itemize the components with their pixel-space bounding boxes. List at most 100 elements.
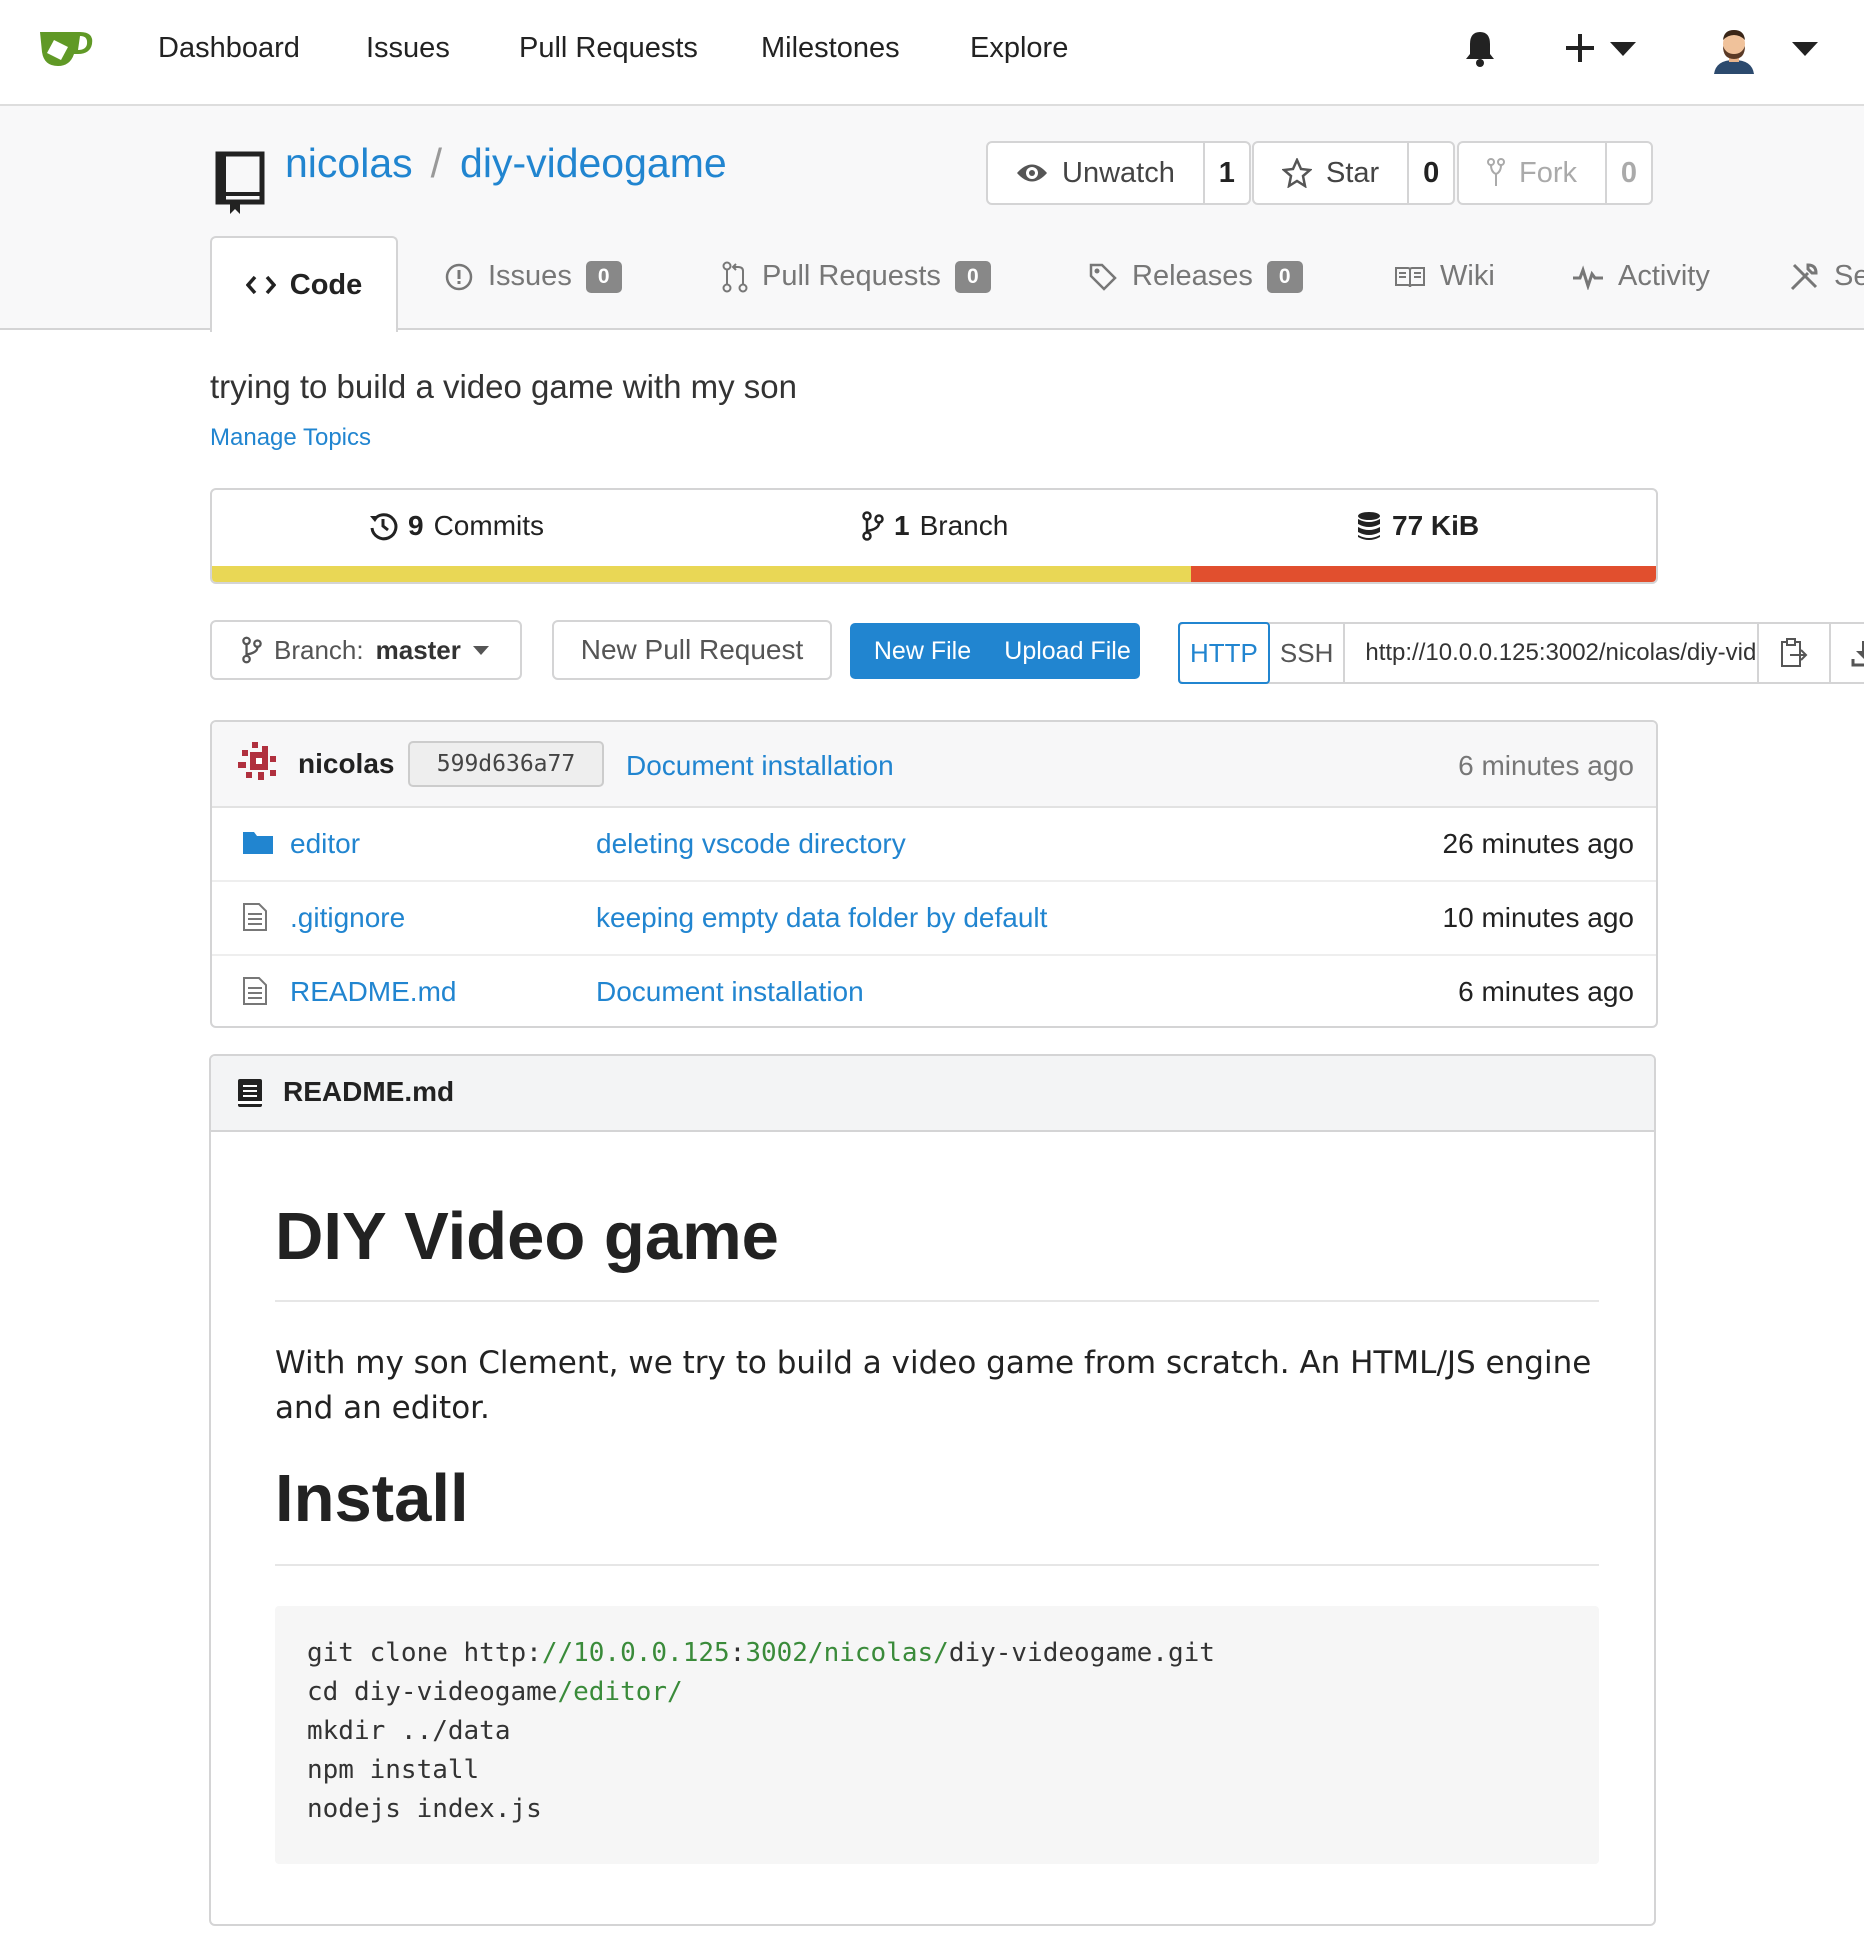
top-navbar: Dashboard Issues Pull Requests Milestone… (0, 0, 1864, 106)
fork-icon (1487, 158, 1505, 188)
star-button-group: Star 0 (1252, 141, 1456, 205)
latest-commit-row: nicolas 599d636a77 Document installation… (212, 722, 1656, 808)
database-icon (1356, 511, 1382, 541)
http-button[interactable]: HTTP (1178, 622, 1270, 684)
repo-icon (214, 150, 266, 216)
tab-releases[interactable]: Releases 0 (1088, 260, 1303, 293)
branches-stat[interactable]: 1 Branch (862, 510, 1008, 542)
commit-message-link[interactable]: Document installation (626, 750, 894, 782)
download-button[interactable] (1831, 624, 1864, 682)
plus-icon[interactable] (1566, 34, 1594, 62)
copy-url-button[interactable] (1759, 624, 1832, 682)
tab-code[interactable]: Code (210, 236, 398, 332)
file-time: 6 minutes ago (1458, 976, 1634, 1007)
new-pull-request-button[interactable]: New Pull Request (552, 620, 832, 680)
commit-sha-button[interactable]: 599d636a77 (408, 741, 604, 787)
branch-dropdown[interactable]: Branch: master (210, 620, 522, 680)
tab-wiki-label: Wiki (1440, 260, 1495, 292)
readme-heading: DIY Video game (275, 1199, 779, 1274)
commits-label: Commits (433, 510, 545, 541)
file-row: README.md Document installation 6 minute… (212, 956, 1656, 1026)
upload-file-button[interactable]: Upload File (995, 623, 1140, 679)
unwatch-label: Unwatch (1062, 156, 1175, 189)
code-line: git clone http://10.0.0.125:3002/nicolas… (307, 1638, 1215, 1668)
file-name-link[interactable]: editor (290, 828, 360, 860)
fork-button-group: Fork 0 (1457, 141, 1653, 205)
readme-install-heading: Install (275, 1461, 469, 1536)
branch-icon (862, 511, 884, 541)
file-time: 26 minutes ago (1442, 828, 1634, 859)
history-icon (368, 511, 398, 541)
readme-filename: README.md (283, 1076, 455, 1107)
branches-label: Branch (919, 510, 1009, 541)
file-row: .gitignore keeping empty data folder by … (212, 882, 1656, 956)
user-avatar[interactable] (1712, 24, 1756, 74)
repo-name-link[interactable]: diy-videogame (460, 140, 727, 186)
star-button[interactable]: Star (1254, 143, 1410, 203)
commits-stat[interactable]: 9 Commits (368, 510, 544, 542)
repo-owner-link[interactable]: nicolas (285, 140, 413, 186)
watch-button-group: Unwatch 1 (986, 141, 1251, 205)
file-text-icon (242, 902, 268, 932)
heading-rule (275, 1564, 1599, 1566)
fork-button[interactable]: Fork (1459, 143, 1607, 203)
tab-wiki[interactable]: Wiki (1394, 260, 1495, 293)
clone-url-input[interactable]: http://10.0.0.125:3002/nicolas/diy-video… (1343, 624, 1760, 682)
bell-icon[interactable] (1462, 28, 1498, 68)
file-name-link[interactable]: .gitignore (290, 902, 405, 934)
book-icon (1394, 265, 1426, 289)
tab-code-label: Code (289, 268, 363, 301)
file-commit-link[interactable]: keeping empty data folder by default (596, 902, 1047, 934)
gitea-logo-icon[interactable] (34, 26, 96, 70)
pull-request-icon (722, 261, 748, 293)
avatar-chevron-down-icon[interactable] (1792, 42, 1818, 56)
new-file-button[interactable]: New File (850, 623, 995, 679)
nav-milestones[interactable]: Milestones (761, 32, 900, 65)
nav-dashboard[interactable]: Dashboard (158, 32, 300, 65)
author-avatar[interactable] (236, 740, 282, 786)
tab-releases-label: Releases (1132, 260, 1253, 292)
heading-rule (275, 1300, 1599, 1302)
tab-settings[interactable]: Se (1788, 260, 1864, 293)
pulls-count-badge: 0 (954, 260, 991, 293)
file-commit-link[interactable]: deleting vscode directory (596, 828, 906, 860)
code-line: cd diy-videogame/editor/ (307, 1677, 683, 1707)
commit-author[interactable]: nicolas (298, 748, 394, 780)
tab-issues-label: Issues (488, 260, 572, 292)
language-segment (1191, 566, 1656, 582)
issue-icon (444, 262, 474, 292)
code-icon (245, 275, 276, 295)
tab-activity[interactable]: Activity (1572, 260, 1710, 293)
fork-count[interactable]: 0 (1607, 143, 1651, 203)
nav-explore[interactable]: Explore (970, 32, 1068, 65)
pulse-icon (1572, 264, 1604, 290)
tag-icon (1088, 262, 1118, 292)
repo-title-separator: / (430, 140, 443, 186)
code-line: npm install (307, 1755, 480, 1785)
tab-settings-label: Se (1834, 260, 1864, 292)
tab-pull-requests[interactable]: Pull Requests 0 (722, 260, 991, 293)
file-row: editor deleting vscode directory 26 minu… (212, 808, 1656, 882)
ssh-button[interactable]: SSH (1270, 624, 1343, 682)
unwatch-button[interactable]: Unwatch (988, 143, 1205, 203)
file-name-link[interactable]: README.md (290, 976, 456, 1008)
manage-topics-link[interactable]: Manage Topics (210, 424, 371, 452)
file-commit-link[interactable]: Document installation (596, 976, 864, 1008)
watch-count[interactable]: 1 (1205, 143, 1249, 203)
nav-issues[interactable]: Issues (366, 32, 450, 65)
readme-paragraph: With my son Clement, we try to build a v… (275, 1345, 1592, 1426)
readme-header: README.md (211, 1056, 1654, 1132)
chevron-down-icon[interactable] (1610, 42, 1636, 56)
tab-issues[interactable]: Issues 0 (444, 260, 622, 293)
repo-stats-bar: 9 Commits 1 Branch 77 KiB (210, 488, 1658, 584)
star-icon (1282, 158, 1312, 188)
fork-label: Fork (1519, 156, 1577, 189)
branch-name: master (375, 634, 461, 665)
commit-time: 6 minutes ago (1458, 750, 1634, 781)
readme-panel: README.md DIY Video game With my son Cle… (209, 1054, 1656, 1926)
star-count[interactable]: 0 (1409, 143, 1453, 203)
repo-size: 77 KiB (1392, 510, 1480, 541)
language-segment (212, 566, 1192, 582)
code-line: nodejs index.js (307, 1794, 542, 1824)
nav-pull-requests[interactable]: Pull Requests (519, 32, 698, 65)
